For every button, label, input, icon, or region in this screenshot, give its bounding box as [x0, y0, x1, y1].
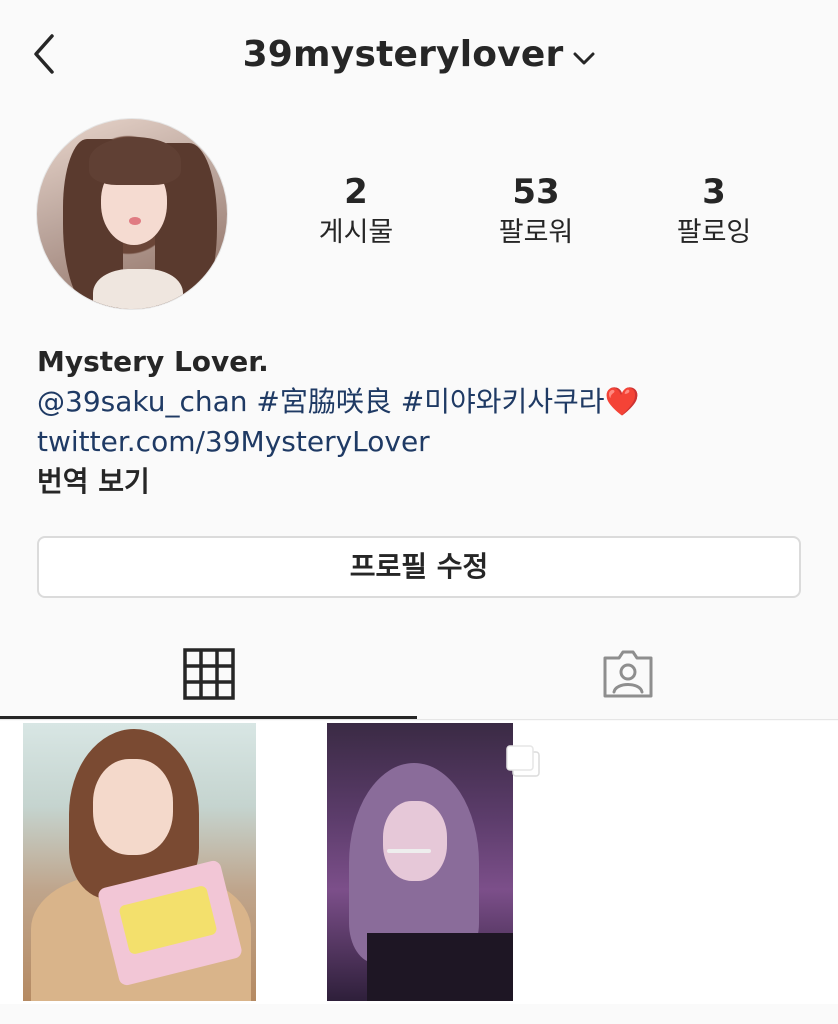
post-thumbnail[interactable] [23, 723, 256, 1001]
following-count-label: 팔로잉 [676, 217, 752, 248]
posts-count-value: 2 [344, 172, 368, 212]
chevron-down-icon [573, 52, 595, 64]
translate-link[interactable]: 번역 보기 [37, 462, 817, 502]
profile-screen: 39mysterylover 2 게시물 53 팔로워 3 팔로잉 Myster… [0, 0, 838, 1024]
tagged-person-icon [603, 650, 653, 698]
profile-stats: 2 게시물 53 팔로워 3 팔로잉 [266, 172, 806, 262]
edit-profile-button[interactable]: 프로필 수정 [37, 536, 801, 598]
followers-count-value: 53 [512, 172, 560, 212]
display-name: Mystery Lover. [37, 345, 269, 378]
bio-mentions[interactable]: @39saku_chan #宮脇咲良 #미야와키사쿠라❤️ [37, 382, 817, 422]
profile-tabs [0, 630, 838, 720]
username-dropdown[interactable]: 39mysterylover [0, 34, 838, 75]
top-navigation-bar: 39mysterylover [0, 0, 838, 110]
post-thumbnail[interactable] [327, 723, 513, 1001]
followers-count[interactable]: 53 팔로워 [446, 172, 626, 252]
bio-mention-text[interactable]: @39saku_chan #宮脇咲良 #미야와키사쿠라 [37, 385, 605, 418]
tabs-divider [0, 719, 838, 720]
multiple-photos-icon [506, 745, 540, 777]
posts-grid [0, 721, 838, 1004]
posts-count-label: 게시물 [318, 217, 394, 248]
heart-icon: ❤️ [604, 385, 640, 418]
grid-icon [183, 648, 235, 700]
bottom-spacer [0, 1004, 838, 1024]
following-count-value: 3 [702, 172, 726, 212]
tab-tagged[interactable] [419, 630, 838, 720]
profile-avatar[interactable] [36, 118, 228, 310]
posts-count: 2 게시물 [266, 172, 446, 252]
tab-grid[interactable] [0, 630, 419, 720]
username-title: 39mysterylover [242, 34, 564, 75]
profile-bio: Mystery Lover. @39saku_chan #宮脇咲良 #미야와키사… [37, 342, 817, 502]
profile-link[interactable]: twitter.com/39MysteryLover [37, 422, 817, 462]
following-count[interactable]: 3 팔로잉 [624, 172, 804, 252]
followers-count-label: 팔로워 [498, 217, 574, 248]
